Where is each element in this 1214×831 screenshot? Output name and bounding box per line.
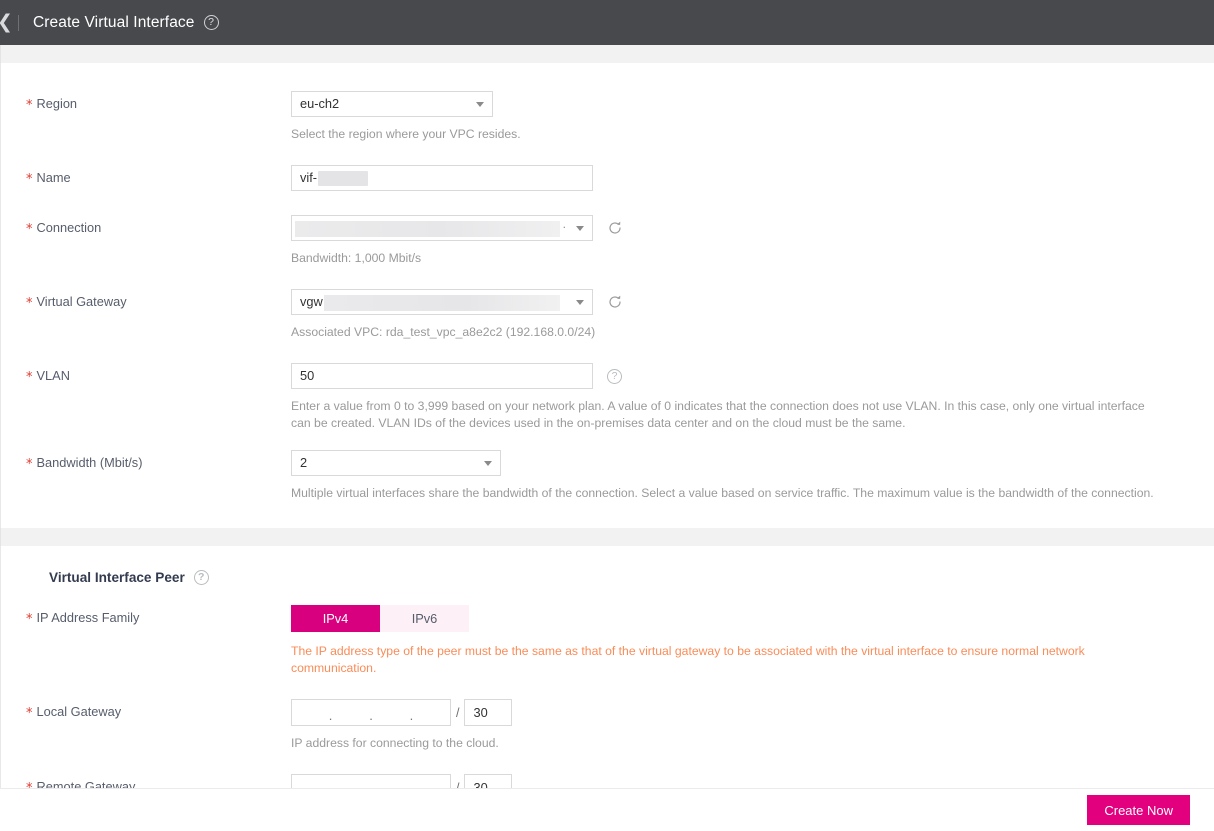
- field-row-local-gateway: * Local Gateway . . . / 30 IP address fo…: [1, 699, 1214, 752]
- basic-settings-panel: * Region eu-ch2 Select the region where y…: [0, 63, 1214, 528]
- virtual-gateway-field: vgw Associated VPC: rda_test_vpc_a8e2c2 …: [291, 289, 1214, 341]
- back-chevron-icon[interactable]: ❮: [0, 13, 16, 32]
- redacted-block: [295, 221, 560, 237]
- chevron-down-icon: [576, 226, 584, 231]
- connection-hint: Bandwidth: 1,000 Mbit/s: [291, 251, 422, 265]
- ip-address-family-label: * IP Address Family: [26, 610, 140, 627]
- virtual-interface-peer-panel: Virtual Interface Peer ? * IP Address Fam…: [0, 546, 1214, 820]
- field-row-ip-address-family: * IP Address Family IPv4 IPv6 The IP addr…: [1, 605, 1214, 677]
- page-header: ❮ Create Virtual Interface ?: [0, 0, 1214, 45]
- name-input[interactable]: vif-: [291, 165, 593, 191]
- bandwidth-label: * Bandwidth (Mbit/s): [26, 455, 143, 472]
- vlan-field: 50 ? Enter a value from 0 to 3,999 based…: [291, 363, 1214, 432]
- region-label: * Region: [26, 96, 78, 113]
- field-row-name: * Name vif-: [1, 165, 1214, 193]
- field-row-bandwidth: * Bandwidth (Mbit/s) 2 Multiple virtual i…: [1, 450, 1214, 502]
- vlan-value: 50: [300, 368, 315, 383]
- virtual-gateway-value: vgw: [300, 294, 323, 309]
- ip-address-family-field: IPv4 IPv6 The IP address type of the pee…: [291, 605, 1214, 677]
- connection-select[interactable]: .: [291, 215, 593, 241]
- required-marker: *: [26, 222, 33, 237]
- field-row-vlan: * VLAN 50 ? Enter a value from 0 to 3,999…: [1, 363, 1214, 432]
- panel-gap-middle: [0, 528, 1214, 546]
- chevron-down-icon: [576, 300, 584, 305]
- region-select[interactable]: eu-ch2: [291, 91, 493, 117]
- bandwidth-select[interactable]: 2: [291, 450, 501, 476]
- local-gateway-ip-input[interactable]: . . .: [291, 699, 451, 726]
- page-footer: Create Now: [0, 788, 1214, 831]
- name-field: vif-: [291, 165, 1214, 191]
- required-marker: *: [26, 98, 33, 113]
- ip-family-option-ipv6[interactable]: IPv6: [380, 605, 469, 632]
- required-marker: *: [26, 457, 33, 472]
- refresh-icon[interactable]: [607, 294, 623, 310]
- region-hint: Select the region where your VPC resides…: [291, 127, 521, 141]
- ip-family-option-ipv4[interactable]: IPv4: [291, 605, 380, 632]
- panel-gap-top: [0, 45, 1214, 63]
- vlan-input[interactable]: 50: [291, 363, 593, 389]
- vlan-help-icon[interactable]: ?: [607, 368, 622, 384]
- peer-help-icon[interactable]: ?: [193, 570, 209, 585]
- chevron-down-icon: [476, 102, 484, 107]
- required-marker: *: [26, 296, 33, 311]
- redacted-block: [318, 170, 369, 186]
- form-scroll-area: * Region eu-ch2 Select the region where y…: [0, 45, 1214, 831]
- ip-separator: .: [328, 708, 333, 723]
- create-now-button[interactable]: Create Now: [1087, 795, 1190, 825]
- ip-family-segmented-control: IPv4 IPv6: [291, 605, 469, 632]
- required-marker: *: [26, 370, 33, 385]
- cidr-slash: /: [456, 705, 460, 720]
- local-gateway-hint: IP address for connecting to the cloud.: [291, 736, 499, 750]
- header-divider: [18, 14, 19, 31]
- virtual-gateway-label: * Virtual Gateway: [26, 294, 127, 311]
- required-marker: *: [26, 172, 33, 187]
- ip-family-warning: The IP address type of the peer must be …: [291, 644, 1085, 675]
- local-gateway-mask-input[interactable]: 30: [464, 699, 513, 726]
- redacted-block: [324, 295, 560, 311]
- page-title: Create Virtual Interface: [33, 13, 195, 31]
- ip-separator: .: [409, 708, 414, 723]
- page-help-icon[interactable]: ?: [203, 15, 219, 30]
- vlan-hint: Enter a value from 0 to 3,999 based on y…: [291, 399, 1145, 430]
- field-row-connection: * Connection . Bandwidth: 1,000 Mbit/s: [1, 215, 1214, 267]
- create-virtual-interface-page: ❮ Create Virtual Interface ? *Region eu-…: [0, 0, 1214, 831]
- bandwidth-hint: Multiple virtual interfaces share the ba…: [291, 486, 1154, 500]
- name-value: vif-: [300, 170, 318, 185]
- ip-separator: .: [369, 708, 373, 723]
- vlan-label: * VLAN: [26, 368, 70, 385]
- field-row-region: * Region eu-ch2 Select the region where y…: [1, 91, 1214, 143]
- connection-field: . Bandwidth: 1,000 Mbit/s: [291, 215, 1214, 267]
- name-label: * Name: [26, 170, 71, 187]
- refresh-icon[interactable]: [607, 220, 623, 236]
- connection-trailing-text: .: [562, 217, 566, 231]
- chevron-down-icon: [484, 461, 492, 466]
- required-marker: *: [26, 706, 33, 721]
- field-row-virtual-gateway: * Virtual Gateway vgw Associated VPC: rd…: [1, 289, 1214, 341]
- local-gateway-field: . . . / 30 IP address for connecting to …: [291, 699, 1214, 752]
- bandwidth-field: 2 Multiple virtual interfaces share the …: [291, 450, 1214, 502]
- virtual-gateway-select[interactable]: vgw: [291, 289, 593, 315]
- bandwidth-value: 2: [300, 455, 308, 470]
- region-field: eu-ch2 Select the region where your VPC …: [291, 91, 1214, 143]
- required-marker: *: [26, 612, 33, 627]
- local-gateway-ip-group: . . . / 30: [291, 699, 1214, 726]
- peer-section-title: Virtual Interface Peer ?: [1, 570, 1214, 585]
- virtual-gateway-hint: Associated VPC: rda_test_vpc_a8e2c2 (192…: [291, 325, 596, 339]
- connection-label: * Connection: [26, 220, 102, 237]
- region-value: eu-ch2: [300, 96, 340, 111]
- local-gateway-label: * Local Gateway: [26, 704, 122, 721]
